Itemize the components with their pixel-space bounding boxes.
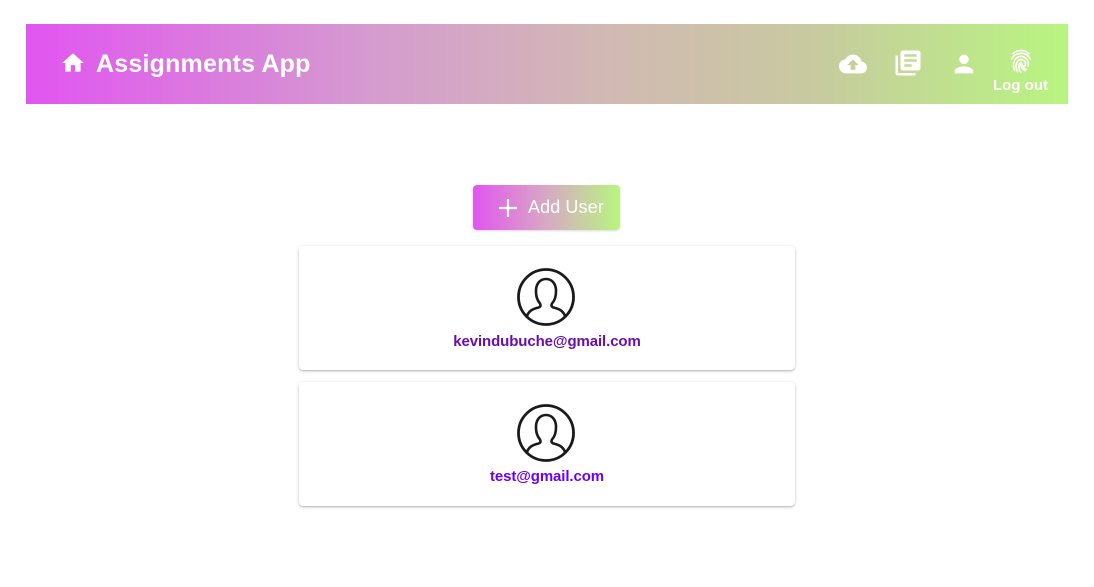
cloud-upload-icon [839, 54, 867, 74]
logout-button[interactable]: Log out [993, 46, 1049, 96]
app-title: Assignments App [96, 49, 311, 78]
logout-label: Log out [993, 77, 1048, 94]
add-user-button[interactable]: Add User [473, 185, 620, 230]
plus-icon [499, 198, 517, 217]
user-card[interactable]: test@gmail.com [299, 382, 795, 506]
user-email: kevindubuche@gmail.com [453, 333, 641, 350]
user-card[interactable]: kevindubuche@gmail.com [299, 246, 795, 370]
person-icon [954, 54, 974, 74]
user-avatar-icon [517, 404, 575, 462]
home-link[interactable]: Assignments App [60, 24, 311, 104]
add-user-label: Add User [528, 197, 604, 217]
assignments-button[interactable] [893, 48, 923, 78]
upload-button[interactable] [837, 50, 869, 78]
library-books-icon [895, 50, 921, 76]
users-button[interactable] [950, 50, 978, 78]
user-email: test@gmail.com [489, 468, 605, 485]
home-icon [62, 53, 84, 72]
user-avatar-icon [517, 268, 575, 326]
fingerprint-icon [1010, 49, 1032, 73]
app-header: Assignments App Log out [26, 24, 1068, 104]
